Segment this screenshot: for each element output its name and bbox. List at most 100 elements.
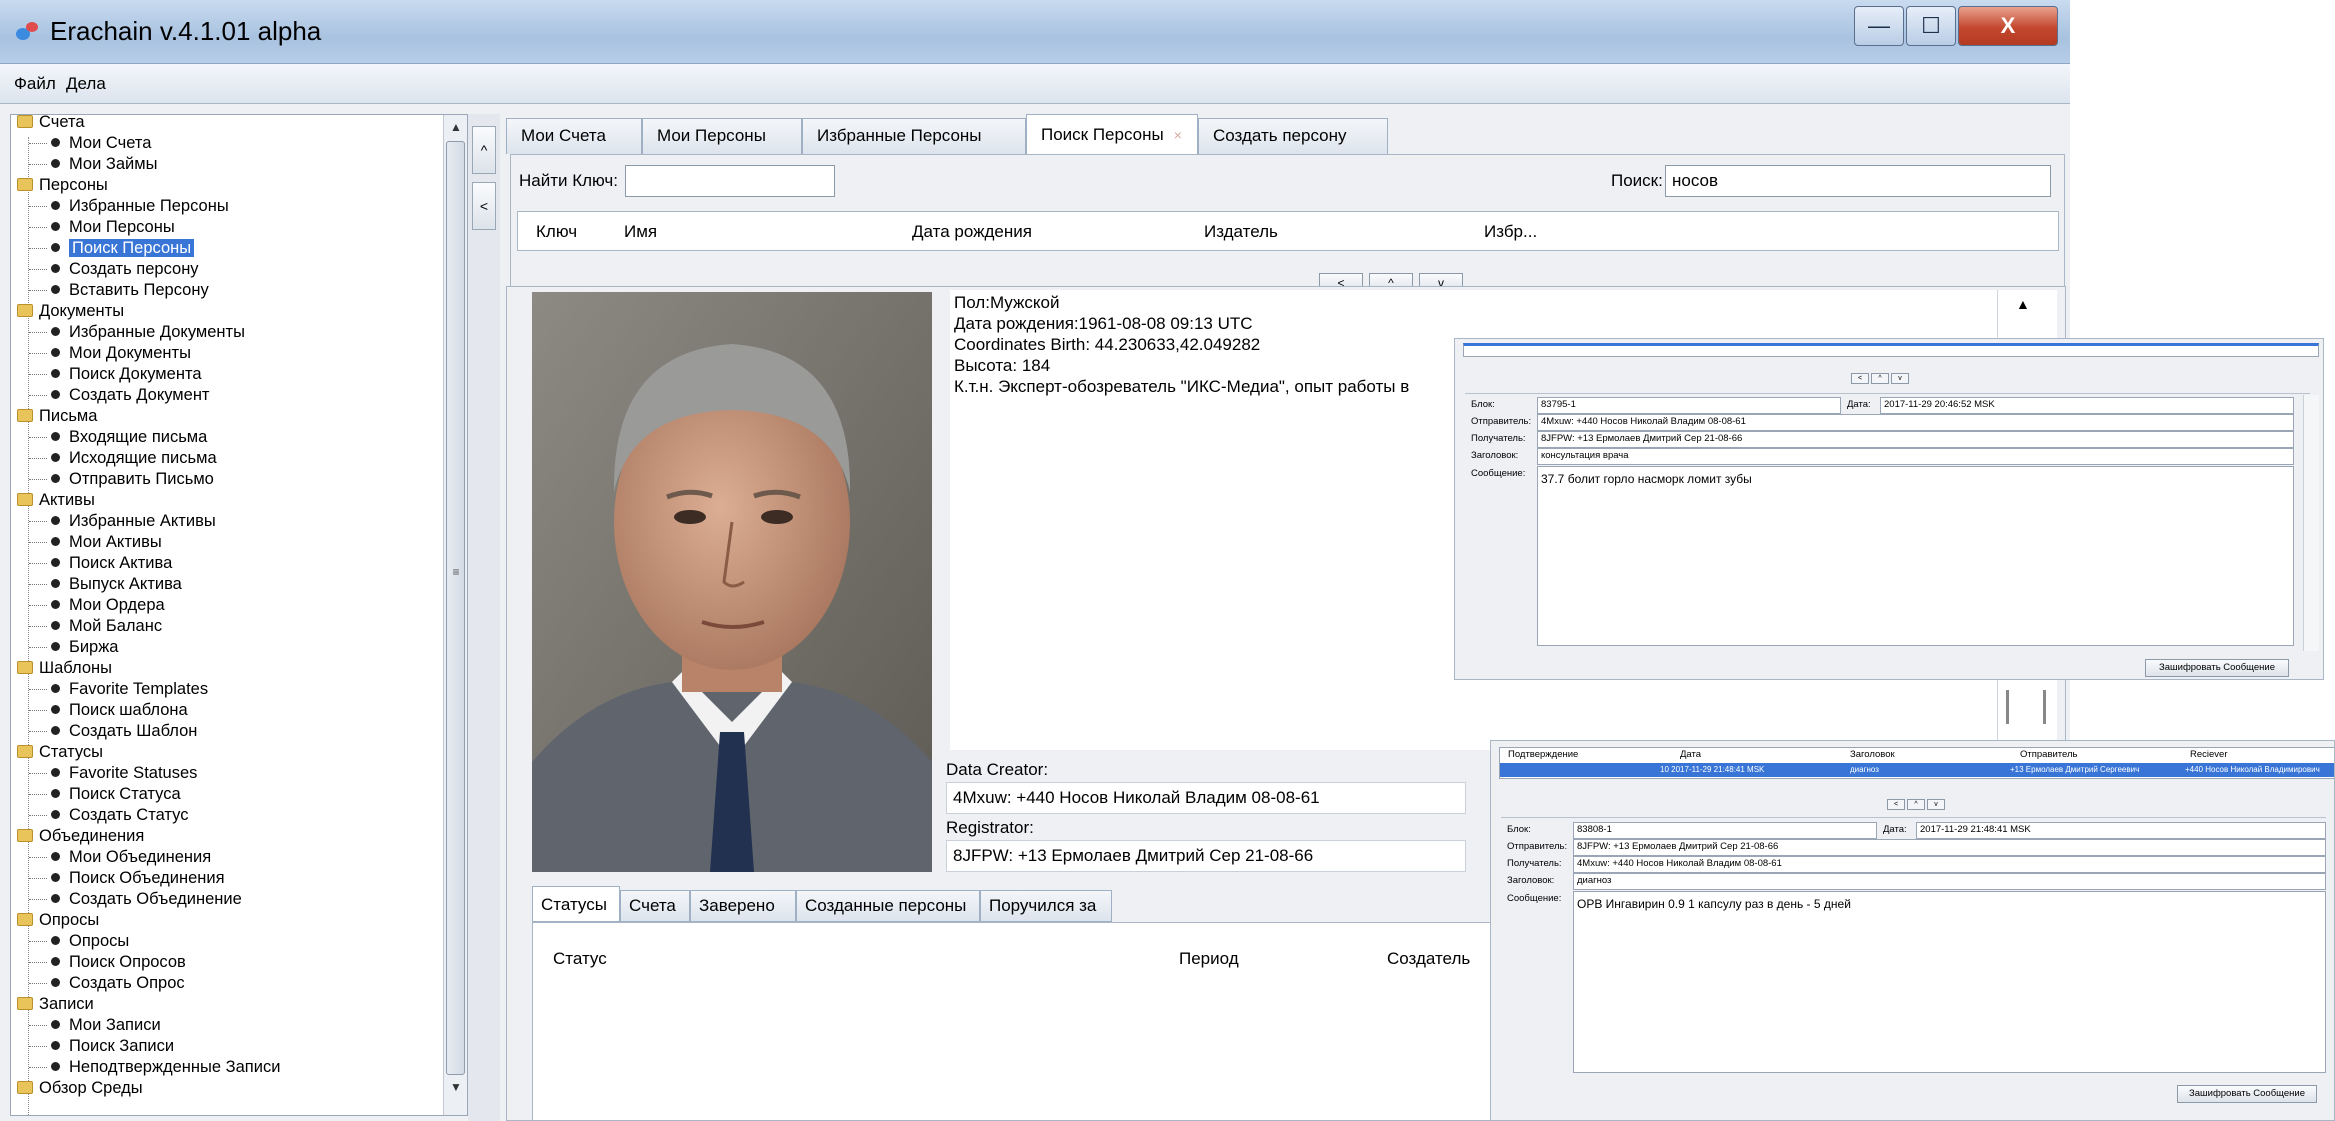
popup2-table-row[interactable]: 10 2017-11-29 21:48:41 MSK диагноз +13 Е…: [1500, 763, 2334, 777]
tree-folder[interactable]: Обзор Среды: [17, 1078, 143, 1099]
tree-item[interactable]: Входящие письма: [29, 427, 207, 448]
scroll-thumb[interactable]: [446, 141, 465, 1075]
scroll-down-icon[interactable]: ▼: [444, 1075, 467, 1099]
popup2-col-confirm[interactable]: Подтверждение: [1508, 748, 1578, 762]
tree-item[interactable]: Вставить Персону: [29, 280, 209, 301]
tree-scrollbar[interactable]: ▲ ≡ ▼: [443, 115, 467, 1115]
tree-item[interactable]: Мои Займы: [29, 154, 157, 175]
tree-item[interactable]: Мои Персоны: [29, 217, 175, 238]
subtab-1[interactable]: Счета: [620, 890, 690, 922]
tree-item[interactable]: Создать персону: [29, 259, 199, 280]
tree-folder[interactable]: Записи: [17, 994, 94, 1015]
tree-folder[interactable]: Опросы: [17, 910, 99, 931]
tree-item[interactable]: Поиск Опросов: [29, 952, 186, 973]
scroll-up-icon[interactable]: ▲: [2016, 296, 2030, 312]
popup2-nav-down-icon[interactable]: v: [1927, 799, 1945, 810]
col-key[interactable]: Ключ: [536, 222, 577, 242]
tab-close-icon[interactable]: ×: [1174, 127, 1182, 143]
tree-item[interactable]: Мои Счета: [29, 133, 151, 154]
tab-1[interactable]: Мои Персоны: [642, 118, 802, 154]
find-key-input[interactable]: [625, 165, 835, 197]
tree-item[interactable]: Биржа: [29, 637, 118, 658]
folder-icon: [17, 493, 33, 506]
tab-0[interactable]: Мои Счета: [506, 118, 642, 154]
window-title: Erachain v.4.1.01 alpha: [50, 16, 322, 46]
search-input[interactable]: носов: [1665, 165, 2051, 197]
close-button[interactable]: X: [1958, 6, 2058, 46]
col-creator[interactable]: Создатель: [1387, 949, 1470, 969]
popup1-nav-up-icon[interactable]: ^: [1871, 373, 1889, 384]
tree-item[interactable]: Мои Записи: [29, 1015, 161, 1036]
tree-item[interactable]: Мои Объединения: [29, 847, 211, 868]
tree-folder[interactable]: Статусы: [17, 742, 103, 763]
tree-item[interactable]: Поиск Документа: [29, 364, 202, 385]
tree-item[interactable]: Создать Шаблон: [29, 721, 197, 742]
popup2-col-date[interactable]: Дата: [1680, 748, 1701, 762]
col-period[interactable]: Период: [1179, 949, 1239, 969]
folder-icon: [17, 115, 33, 128]
tree-item[interactable]: Создать Статус: [29, 805, 188, 826]
tree-folder[interactable]: Документы: [17, 301, 124, 322]
tree-item[interactable]: Поиск Актива: [29, 553, 172, 574]
popup2-encrypt-button[interactable]: Зашифровать Сообщение: [2177, 1085, 2317, 1103]
maximize-button[interactable]: ☐: [1906, 6, 1956, 46]
tree-item[interactable]: Отправить Письмо: [29, 469, 214, 490]
tree-item[interactable]: Мои Документы: [29, 343, 191, 364]
tree-folder[interactable]: Письма: [17, 406, 97, 427]
tree-item[interactable]: Избранные Персоны: [29, 196, 229, 217]
popup1-encrypt-button[interactable]: Зашифровать Сообщение: [2145, 659, 2289, 677]
tree-item[interactable]: Поиск Статуса: [29, 784, 181, 805]
subtab-4[interactable]: Поручился за: [980, 890, 1112, 922]
minimize-button[interactable]: —: [1854, 6, 1904, 46]
col-favorite[interactable]: Избр...: [1484, 222, 1537, 242]
col-publisher[interactable]: Издатель: [1204, 222, 1278, 242]
tree-item[interactable]: Выпуск Актива: [29, 574, 182, 595]
popup1-scrollbar[interactable]: [2303, 395, 2319, 651]
popup1-nav-down-icon[interactable]: v: [1891, 373, 1909, 384]
tree-folder[interactable]: Активы: [17, 490, 95, 511]
popup2-col-sender[interactable]: Отправитель: [2020, 748, 2078, 762]
scroll-up-icon[interactable]: ▲: [444, 115, 467, 139]
tree-item[interactable]: Избранные Документы: [29, 322, 245, 343]
menu-file[interactable]: Файл: [14, 74, 56, 94]
tree-item[interactable]: Мои Ордера: [29, 595, 165, 616]
tree-item[interactable]: Поиск шаблона: [29, 700, 188, 721]
tree-item[interactable]: Favorite Templates: [29, 679, 208, 700]
popup2-nav-left-icon[interactable]: <: [1887, 799, 1905, 810]
tree-item[interactable]: Создать Объединение: [29, 889, 242, 910]
tree-item[interactable]: Создать Опрос: [29, 973, 185, 994]
split-pane-divider[interactable]: ^ <: [468, 114, 500, 1121]
tree-folder[interactable]: Объединения: [17, 826, 144, 847]
tab-3[interactable]: Поиск Персоны ×: [1026, 114, 1198, 154]
tree-item[interactable]: Исходящие письма: [29, 448, 217, 469]
subtab-0[interactable]: Статусы: [532, 886, 620, 922]
collapse-up-icon[interactable]: ^: [472, 126, 496, 174]
menu-tasks[interactable]: Дела: [66, 74, 106, 94]
collapse-left-icon[interactable]: <: [472, 182, 496, 230]
tree-item[interactable]: Создать Документ: [29, 385, 209, 406]
popup1-nav-left-icon[interactable]: <: [1851, 373, 1869, 384]
tree-item[interactable]: Поиск Записи: [29, 1036, 174, 1057]
tree-folder[interactable]: Шаблоны: [17, 658, 112, 679]
tree-item[interactable]: Опросы: [29, 931, 129, 952]
tree-folder[interactable]: Счета: [17, 115, 85, 133]
popup2-col-receiver[interactable]: Reciever: [2190, 748, 2228, 762]
tree-folder[interactable]: Персоны: [17, 175, 108, 196]
tree-item[interactable]: Поиск Объединения: [29, 868, 225, 889]
minimize-icon: —: [1868, 13, 1890, 38]
subtab-2[interactable]: Заверено: [690, 890, 796, 922]
popup2-col-subject[interactable]: Заголовок: [1850, 748, 1895, 762]
col-birthdate[interactable]: Дата рождения: [912, 222, 1032, 242]
tab-4[interactable]: Создать персону: [1198, 118, 1388, 154]
tab-2[interactable]: Избранные Персоны: [802, 118, 1026, 154]
tree-item[interactable]: Мой Баланс: [29, 616, 162, 637]
tree-item[interactable]: Favorite Statuses: [29, 763, 197, 784]
tree-item[interactable]: Мои Активы: [29, 532, 162, 553]
popup2-nav-up-icon[interactable]: ^: [1907, 799, 1925, 810]
col-name[interactable]: Имя: [624, 222, 657, 242]
tree-item[interactable]: Поиск Персоны: [29, 238, 195, 259]
tree-item[interactable]: Неподтвержденные Записи: [29, 1057, 280, 1078]
subtab-3[interactable]: Созданные персоны: [796, 890, 980, 922]
col-status[interactable]: Статус: [553, 949, 607, 969]
tree-item[interactable]: Избранные Активы: [29, 511, 216, 532]
